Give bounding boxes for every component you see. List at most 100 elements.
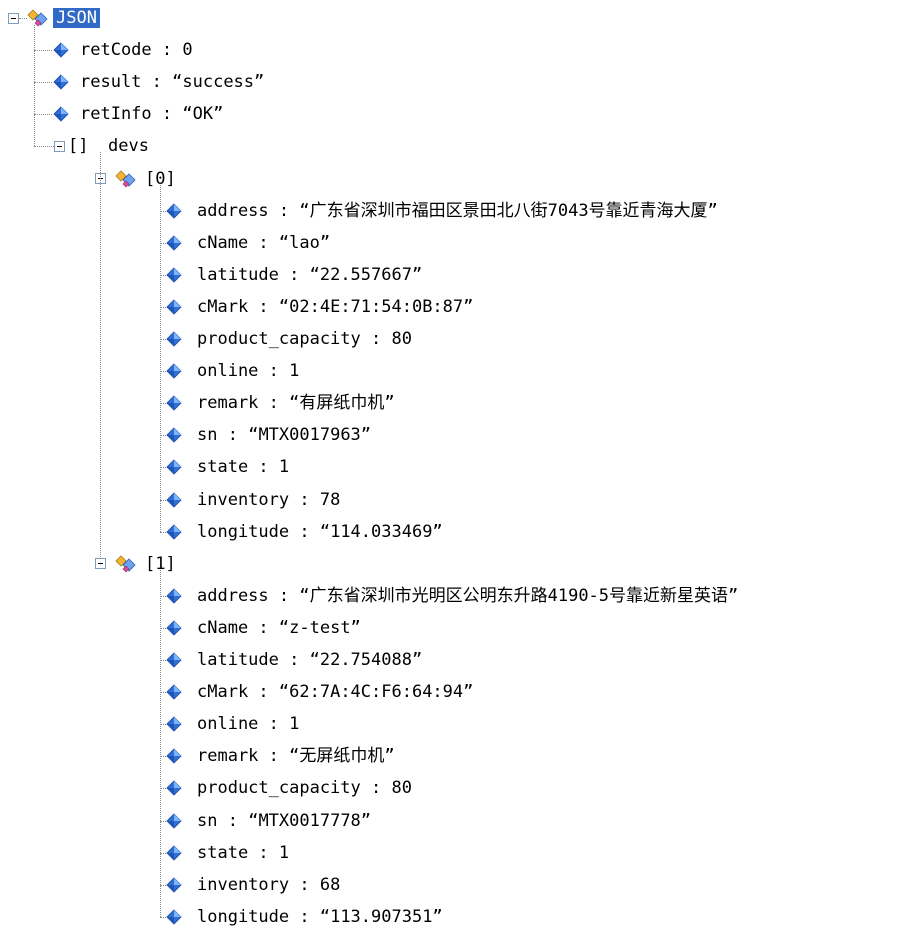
field-key: state — [197, 457, 249, 478]
field-key: remark — [197, 746, 259, 767]
tree-connector — [19, 18, 27, 19]
object-node-icon — [115, 554, 137, 579]
node-value: “OK” — [182, 104, 224, 125]
collapse-devs-toggle[interactable] — [54, 140, 65, 152]
field-key: cMark — [197, 296, 249, 317]
field-separator: : — [248, 842, 279, 863]
field-separator: : — [248, 232, 279, 253]
node-key: retInfo — [80, 104, 152, 125]
tree-node-state[interactable]: state : 1 — [197, 843, 289, 863]
field-value: “22.557667” — [309, 264, 423, 285]
tree-node-devs-bracket[interactable]: [] — [68, 136, 88, 156]
value-node-icon — [166, 203, 182, 224]
tree-node-retCode[interactable]: retCode : 0 — [80, 40, 193, 60]
tree-node-latitude[interactable]: latitude : “22.754088” — [197, 650, 422, 670]
node-key: retCode — [80, 40, 152, 61]
tree-connector — [34, 146, 54, 148]
field-key: state — [197, 842, 249, 863]
field-key: product_capacity — [197, 329, 361, 349]
field-value: “有屏纸巾机” — [289, 393, 395, 414]
field-separator: : — [278, 264, 310, 285]
value-node-icon — [166, 299, 182, 320]
field-value: “114.033469” — [319, 521, 443, 542]
tree-node-inventory[interactable]: inventory : 78 — [197, 490, 340, 510]
tree-node-online[interactable]: online : 1 — [197, 714, 299, 734]
field-key: inventory — [197, 874, 290, 895]
tree-node-cName[interactable]: cName : “z-test” — [197, 618, 361, 638]
tree-node-devs-label[interactable]: devs — [108, 136, 149, 156]
tree-node-online[interactable]: online : 1 — [197, 361, 299, 381]
tree-node-sn[interactable]: sn : “MTX0017963” — [197, 425, 371, 445]
tree-node-remark[interactable]: remark : “有屏纸巾机” — [197, 393, 395, 413]
array-bracket-icon: [] — [68, 136, 89, 157]
value-node-icon — [166, 780, 182, 801]
field-key: cName — [197, 617, 249, 638]
field-separator: : — [289, 521, 320, 542]
field-key: address — [197, 200, 269, 221]
field-separator: : — [289, 489, 320, 510]
tree-node-product_capacity[interactable]: product_capacity : 80 — [197, 329, 412, 349]
value-node-icon — [53, 42, 69, 63]
field-key: longitude — [197, 906, 290, 927]
value-node-icon — [53, 74, 69, 95]
field-separator: : — [258, 393, 290, 414]
tree-node-address[interactable]: address : “广东省深圳市光明区公明东升路4190-5号靠近新星英语” — [197, 586, 738, 606]
field-separator: : — [360, 778, 392, 799]
field-key: latitude — [197, 264, 279, 285]
value-node-icon — [166, 331, 182, 352]
field-separator: : — [248, 457, 279, 478]
tree-node-cMark[interactable]: cMark : “02:4E:71:54:0B:87” — [197, 297, 473, 317]
field-separator: : — [268, 585, 300, 606]
field-key: longitude — [197, 521, 290, 542]
tree-connector — [34, 114, 52, 116]
field-value: 80 — [391, 329, 412, 349]
field-key: address — [197, 585, 269, 606]
field-value: 68 — [319, 874, 341, 895]
tree-node-retInfo[interactable]: retInfo : “OK” — [80, 104, 223, 124]
value-node-icon — [166, 909, 182, 930]
value-node-icon — [166, 459, 182, 480]
field-key: sn — [197, 425, 218, 446]
value-node-icon — [166, 716, 182, 737]
value-node-icon — [166, 363, 182, 384]
value-node-icon — [53, 106, 69, 127]
field-separator: : — [360, 329, 392, 349]
field-value: “22.754088” — [309, 650, 423, 670]
field-separator: : — [217, 425, 249, 446]
field-separator: : — [268, 200, 300, 221]
field-separator: : — [289, 906, 320, 927]
object-node-icon — [27, 8, 49, 33]
tree-node-result[interactable]: result : “success” — [80, 72, 264, 92]
tree-node-sn[interactable]: sn : “MTX0017778” — [197, 811, 371, 831]
tree-node-cMark[interactable]: cMark : “62:7A:4C:F6:64:94” — [197, 682, 473, 702]
tree-node-longitude[interactable]: longitude : “113.907351” — [197, 907, 443, 927]
tree-node-cName[interactable]: cName : “lao” — [197, 233, 330, 253]
value-node-icon — [166, 267, 182, 288]
field-value: “MTX0017778” — [248, 810, 372, 831]
value-node-icon — [166, 395, 182, 416]
value-node-icon — [166, 877, 182, 898]
tree-node-longitude[interactable]: longitude : “114.033469” — [197, 522, 443, 542]
field-key: cMark — [197, 682, 249, 703]
tree-node-product_capacity[interactable]: product_capacity : 80 — [197, 778, 412, 798]
tree-node-latitude[interactable]: latitude : “22.557667” — [197, 265, 422, 285]
value-node-icon — [166, 652, 182, 673]
tree-node-root[interactable]: JSON — [53, 8, 100, 28]
root-label: JSON — [53, 8, 100, 28]
value-node-icon — [166, 491, 182, 513]
node-key: result — [80, 72, 142, 93]
field-value: 1 — [278, 842, 290, 863]
tree-node-remark[interactable]: remark : “无屏纸巾机” — [197, 746, 395, 766]
collapse-root-toggle[interactable] — [8, 12, 19, 24]
tree-node-state[interactable]: state : 1 — [197, 457, 289, 477]
value-node-icon — [166, 684, 182, 705]
tree-connector — [34, 82, 52, 84]
tree-node-address[interactable]: address : “广东省深圳市福田区景田北八街7043号靠近青海大厦” — [197, 201, 718, 221]
tree-connector — [160, 184, 161, 532]
node-separator: : — [151, 104, 183, 125]
field-value: “62:7A:4C:F6:64:94” — [278, 682, 474, 703]
field-value: “02:4E:71:54:0B:87” — [278, 296, 474, 317]
collapse-item-toggle[interactable] — [95, 558, 106, 570]
node-value: 0 — [182, 40, 193, 61]
tree-node-inventory[interactable]: inventory : 68 — [197, 875, 340, 895]
